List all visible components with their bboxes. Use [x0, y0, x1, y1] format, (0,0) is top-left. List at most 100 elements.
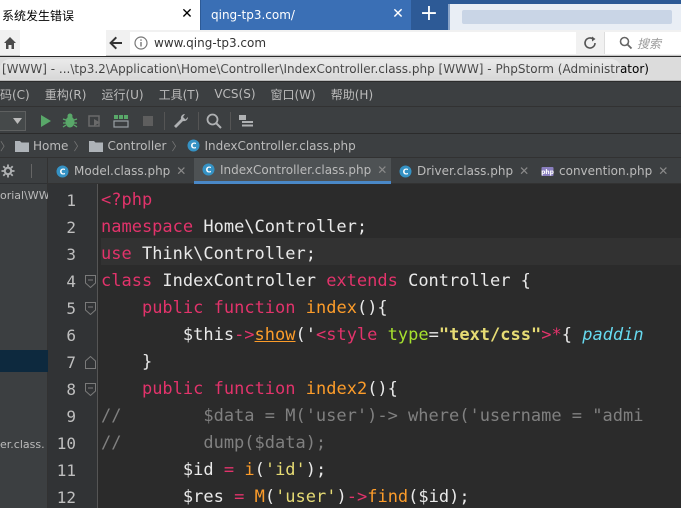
browser-tab-title: 系统发生错误 [2, 8, 75, 23]
php-class-icon: C [202, 163, 215, 176]
svg-text:C: C [191, 142, 197, 151]
search-input[interactable]: 搜索 [604, 32, 681, 54]
project-tool-window: orial\WW er.class. [0, 158, 48, 508]
menu-item-help[interactable]: 帮助(H) [331, 86, 373, 103]
stop-icon[interactable] [139, 112, 157, 130]
fold-open-icon[interactable] [85, 302, 96, 315]
breadcrumb-item-home[interactable]: Home [15, 139, 68, 153]
fold-open-icon[interactable] [85, 383, 96, 396]
folder-icon [89, 140, 104, 152]
chevron-right-icon: 〉 [73, 139, 85, 153]
project-tree-item[interactable]: er.class. [0, 435, 48, 455]
menu-item-tools[interactable]: 工具(T) [159, 86, 200, 103]
chevron-right-icon: 〉 [0, 139, 11, 153]
tab-label: convention.php [559, 164, 653, 178]
browser-tab-active[interactable]: 系统发生错误 ✕ [0, 0, 200, 30]
project-tree-item-selected[interactable] [0, 350, 48, 372]
line-number: 7 [66, 353, 76, 372]
code-line-1: <?php [101, 190, 153, 210]
line-number: 3 [66, 245, 76, 264]
wrench-icon[interactable] [172, 112, 190, 130]
task-list-icon[interactable] [237, 112, 255, 130]
menu-item-window[interactable]: 窗口(W) [271, 86, 316, 103]
code-area[interactable]: <?php namespace Home\Controller; use Thi… [101, 184, 681, 508]
tab-index-controller[interactable]: C IndexController.class.php ✕ [194, 158, 391, 184]
browser-address-bar: www.qing-tp3.com 搜索 [0, 30, 681, 56]
tab-model-class[interactable]: C Model.class.php ✕ [48, 158, 194, 184]
breadcrumb-label: Home [33, 138, 69, 153]
line-number: 12 [56, 488, 76, 507]
back-arrow-icon[interactable] [108, 35, 124, 51]
close-icon[interactable]: ✕ [180, 7, 194, 21]
svg-text:C: C [403, 167, 409, 176]
line-number: 2 [66, 218, 76, 237]
menu-item-code[interactable]: 码(C) [0, 86, 30, 103]
editor-tab-bar: C Model.class.php ✕ C IndexController.cl… [48, 158, 681, 184]
close-icon[interactable]: ✕ [658, 164, 668, 178]
code-line-5: public function index(){ [141, 298, 388, 318]
code-line-8: public function index2(){ [141, 379, 398, 399]
code-line-7: } [101, 352, 153, 372]
ide-toolbar [0, 106, 681, 134]
menu-item-refactor[interactable]: 重构(R) [45, 86, 87, 103]
browser-tab-strip: 系统发生错误 ✕ qing-tp3.com/ ✕ + [0, 0, 681, 30]
code-line-10: // dump($data); [101, 433, 327, 453]
background-window-thumbnail [448, 4, 681, 30]
new-tab-button[interactable]: + [413, 0, 445, 30]
line-number: 10 [56, 434, 76, 453]
tab-driver-class[interactable]: C Driver.class.php ✕ [391, 158, 533, 184]
line-number: 4 [66, 272, 76, 291]
close-icon[interactable]: ✕ [519, 164, 529, 178]
tab-label: Driver.class.php [417, 164, 514, 178]
refresh-icon[interactable] [582, 35, 598, 51]
line-number: 5 [66, 299, 76, 318]
info-icon[interactable] [134, 36, 148, 50]
breadcrumb: 〉 Home 〉 Controller 〉 C IndexController.… [0, 134, 681, 158]
code-line-12: $res = M('user')->find($id); [101, 487, 470, 507]
search-icon[interactable] [205, 112, 223, 130]
home-icon[interactable] [2, 35, 18, 51]
code-line-6: $this->show('<style type="text/css">*{ p… [101, 325, 644, 345]
tab-label: Model.class.php [74, 164, 171, 178]
chevron-right-icon: 〉 [171, 139, 183, 153]
browser-tab-inactive[interactable]: qing-tp3.com/ ✕ [201, 0, 411, 30]
url-text: www.qing-tp3.com [154, 36, 267, 50]
run-icon[interactable] [36, 112, 54, 130]
php-class-icon: C [56, 165, 69, 177]
line-number: 8 [66, 380, 76, 399]
debug-bug-icon[interactable] [61, 112, 79, 130]
profile-icon[interactable] [112, 112, 130, 130]
code-editor[interactable]: 1 2 3 4 5 6 7 8 9 10 11 12 <?php namespa… [48, 184, 681, 508]
line-number-gutter: 1 2 3 4 5 6 7 8 9 10 11 12 [48, 184, 98, 508]
project-tree-item[interactable]: orial\WW [0, 186, 48, 206]
tab-label: IndexController.class.php [220, 162, 372, 177]
breadcrumb-item-controller[interactable]: Controller [89, 139, 166, 153]
line-number: 9 [66, 407, 76, 426]
gear-icon[interactable] [1, 164, 15, 178]
menu-item-run[interactable]: 运行(U) [101, 86, 143, 103]
close-icon[interactable]: ✕ [391, 7, 405, 21]
ide-menu-bar: 码(C) 重构(R) 运行(U) 工具(T) VCS(S) 窗口(W) 帮助(H… [0, 82, 681, 106]
run-config-select[interactable] [0, 111, 26, 131]
php-file-icon: php [541, 166, 554, 176]
tab-convention[interactable]: php convention.php ✕ [533, 158, 681, 184]
run-coverage-icon[interactable] [86, 112, 104, 130]
code-line-4: class IndexController extends Controller… [101, 271, 531, 291]
close-icon[interactable]: ✕ [176, 164, 186, 178]
browser-tab-title: qing-tp3.com/ [211, 8, 295, 22]
fold-end-icon[interactable] [85, 356, 96, 369]
fold-open-icon[interactable] [85, 275, 96, 288]
code-line-9: // $data = M('user')-> where('username =… [101, 406, 644, 426]
ide-window-title: [WWW] - ...\tp3.2\Application\Home\Contr… [0, 57, 681, 81]
code-line-2: namespace Home\Controller; [101, 217, 368, 237]
url-field[interactable]: www.qing-tp3.com [130, 32, 576, 54]
breadcrumb-item-file[interactable]: C IndexController.class.php [187, 139, 356, 153]
folder-icon [15, 140, 29, 152]
close-icon[interactable]: ✕ [377, 163, 387, 177]
search-placeholder: 搜索 [637, 36, 662, 51]
line-number: 11 [56, 461, 76, 480]
code-line-11: $id = i('id'); [101, 460, 327, 480]
code-line-3: use Think\Controller; [101, 244, 316, 264]
svg-text:C: C [60, 167, 66, 176]
menu-item-vcs[interactable]: VCS(S) [214, 87, 255, 101]
